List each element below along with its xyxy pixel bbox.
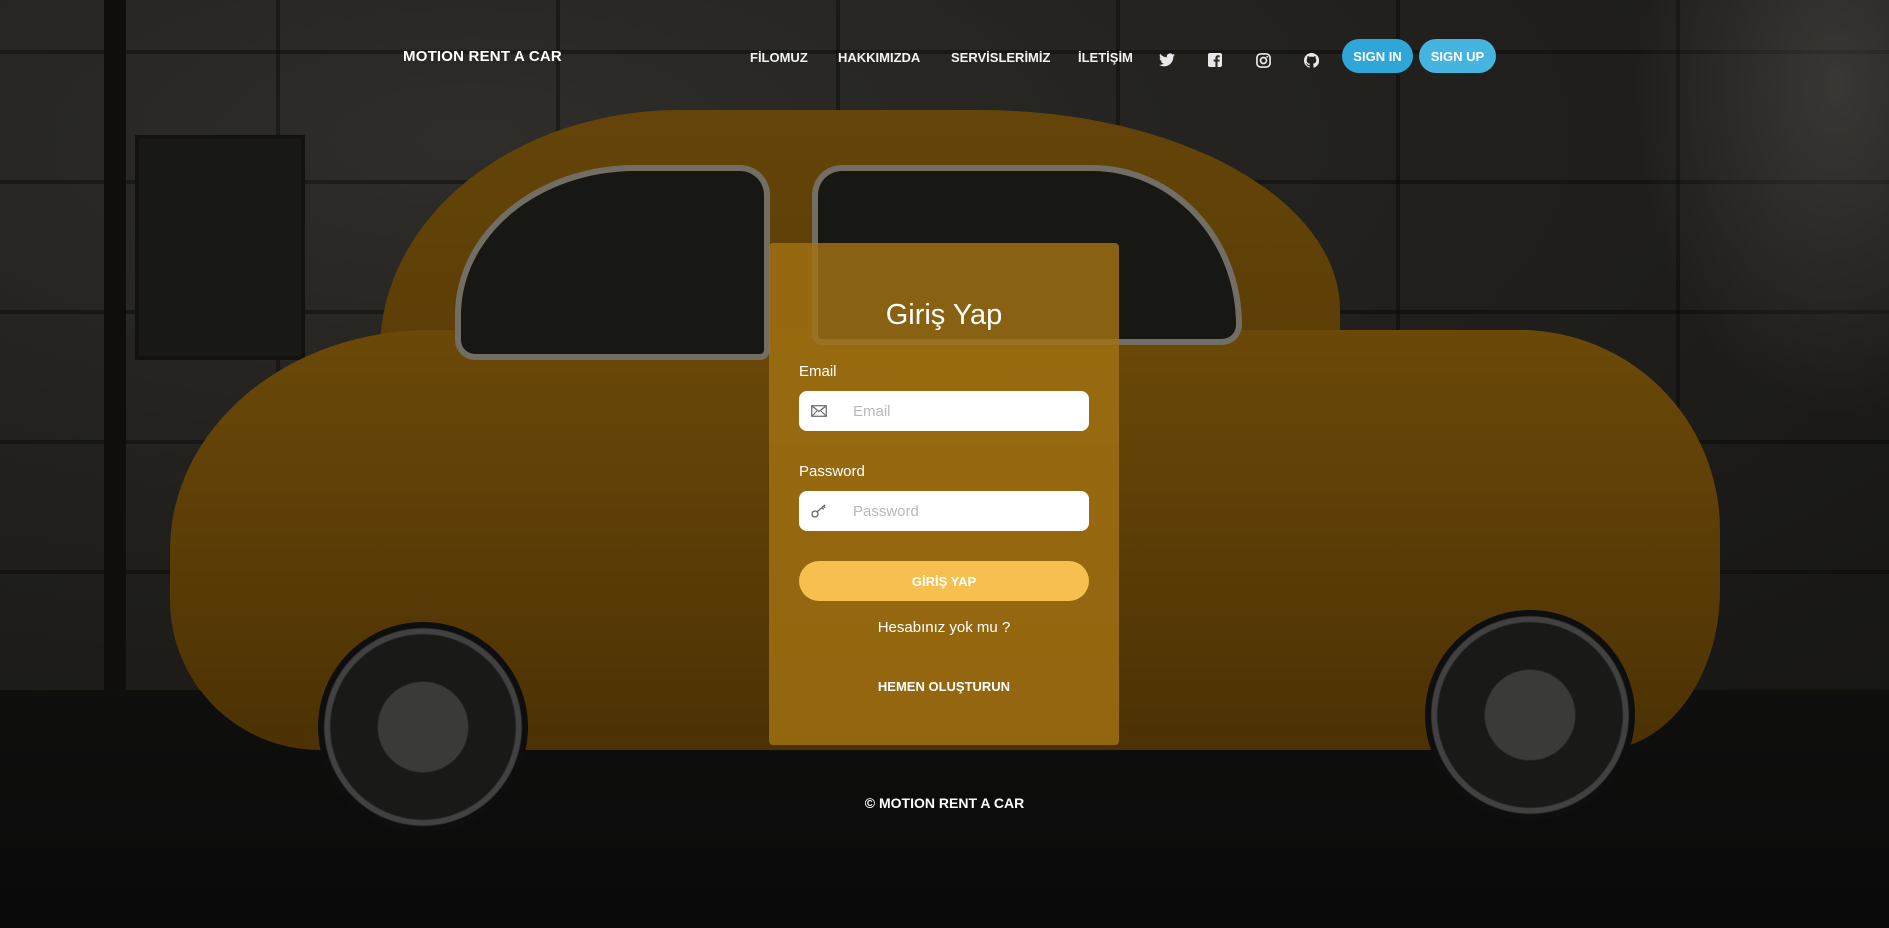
password-label: Password (799, 463, 865, 480)
sign-up-button[interactable]: SIGN UP (1419, 39, 1496, 73)
nav-filomuz[interactable]: FİLOMUZ (750, 50, 808, 65)
key-icon (799, 491, 839, 531)
nav-iletisim[interactable]: İLETİŞİM (1078, 50, 1133, 65)
login-submit-button[interactable]: GİRİŞ YAP (799, 561, 1089, 601)
twitter-icon[interactable] (1159, 52, 1175, 68)
login-card: Giriş Yap Email Password GİRİŞ YAP Hesab… (769, 243, 1119, 745)
nav-hakkimizda[interactable]: HAKKIMIZDA (838, 50, 920, 65)
sign-in-button[interactable]: SIGN IN (1342, 39, 1413, 73)
login-title: Giriş Yap (885, 299, 1003, 331)
no-account-text: Hesabınız yok mu ? (877, 619, 1011, 636)
email-label: Email (799, 363, 837, 380)
create-account-link[interactable]: HEMEN OLUŞTURUN (769, 679, 1119, 694)
nav-servislerimiz[interactable]: SERVİSLERİMİZ (951, 50, 1050, 65)
email-input[interactable] (839, 391, 1079, 431)
brand-logo[interactable]: MOTION RENT A CAR (403, 48, 562, 65)
instagram-icon[interactable] (1255, 52, 1271, 68)
footer-copyright: © MOTION RENT A CAR (864, 795, 1025, 811)
password-input[interactable] (839, 491, 1079, 531)
envelope-icon (799, 391, 839, 431)
email-field (799, 391, 1089, 431)
site-header: MOTION RENT A CAR FİLOMUZ HAKKIMIZDA SER… (0, 0, 1889, 110)
github-icon[interactable] (1303, 52, 1319, 68)
facebook-icon[interactable] (1207, 52, 1223, 68)
password-field (799, 491, 1089, 531)
